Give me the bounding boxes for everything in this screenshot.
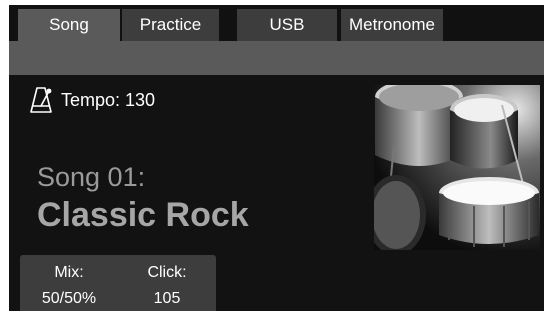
tab-usb[interactable]: USB (237, 9, 337, 41)
tempo-value: Tempo: 130 (61, 89, 156, 110)
tempo-display[interactable]: Tempo: 130 (29, 83, 155, 117)
song-number: Song 01: (37, 162, 146, 192)
tab-practice[interactable]: Practice (122, 9, 219, 41)
song-title: Classic Rock (37, 196, 249, 234)
sub-toolbar (9, 41, 544, 75)
click-value: 105 (153, 290, 181, 307)
tab-song[interactable]: Song (18, 9, 120, 41)
tab-metronome[interactable]: Metronome (341, 9, 443, 41)
tab-bar: Song Practice USB Metronome (9, 5, 544, 41)
click-control[interactable]: Click: 105 (118, 255, 216, 309)
drum-kit-image (374, 85, 540, 250)
metronome-icon (29, 85, 53, 115)
mix-label: Mix: (54, 264, 84, 281)
mix-click-panel: Mix: 50/50% Click: 105 (20, 255, 216, 311)
mix-value: 50/50% (41, 290, 97, 307)
click-label: Click: (147, 264, 187, 281)
mix-control[interactable]: Mix: 50/50% (20, 255, 118, 309)
device-screen: Song Practice USB Metronome Tempo: 130 S… (9, 5, 544, 311)
